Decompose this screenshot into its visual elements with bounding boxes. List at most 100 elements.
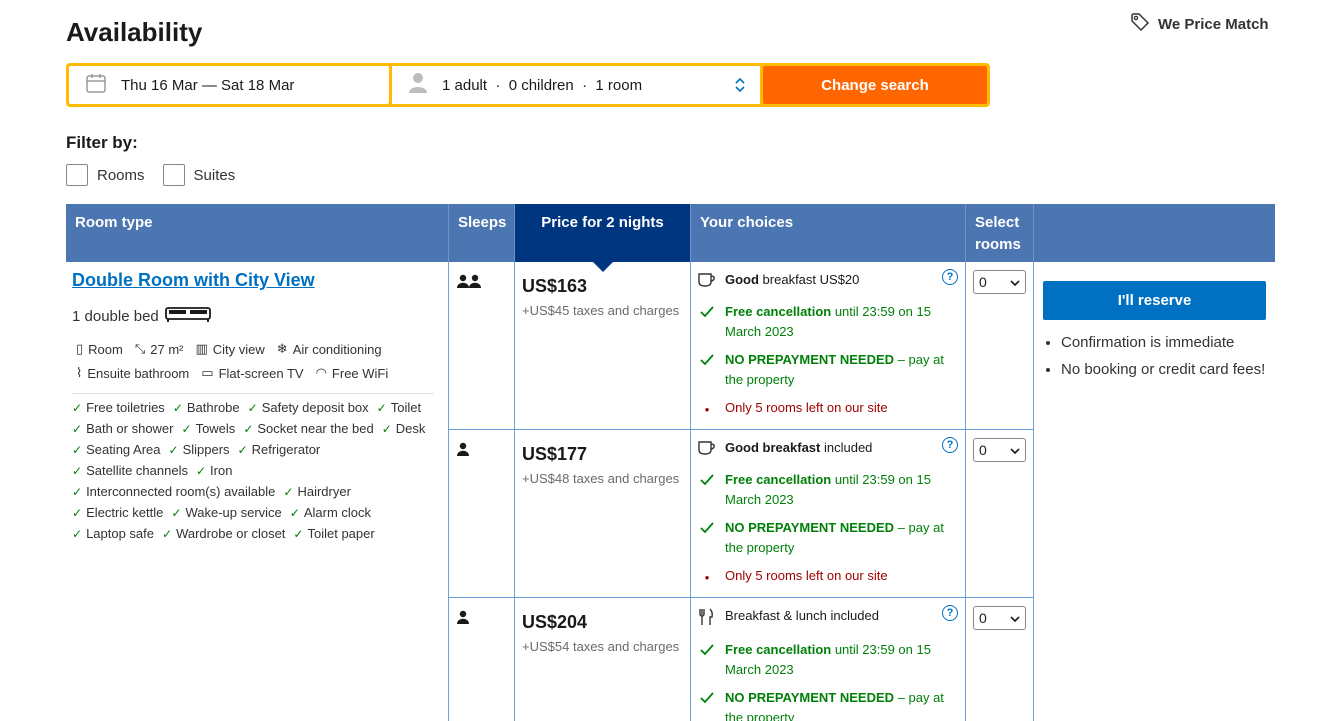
amenity-item: Socket near the bed: [243, 421, 373, 436]
bed-text: 1 double bed: [72, 307, 159, 325]
chevron-down-icon: [1010, 442, 1020, 458]
coffee-cup-icon: [698, 440, 716, 462]
suites-checkbox[interactable]: [162, 164, 185, 186]
table-row: US$204 +US$54 taxes and charges ? Breakf…: [449, 598, 1034, 721]
person-icon: [457, 442, 469, 460]
prepayment-line: NO PREPAYMENT NEEDED – pay at the proper…: [697, 350, 959, 390]
page-title: Availability: [66, 17, 203, 47]
prepay-bold: NO PREPAYMENT NEEDED: [725, 690, 895, 705]
amenity-item: Interconnected room(s) available: [72, 484, 275, 499]
amenity-item: Toilet: [377, 400, 421, 415]
header-room-type: Room type: [66, 204, 449, 262]
select-rooms-cell: 0: [966, 598, 1034, 721]
amenity-item: Toilet paper: [293, 526, 374, 541]
checkmark-icon: [700, 472, 714, 492]
person-icon: [457, 610, 469, 628]
sleeps-cell: [449, 262, 515, 429]
price-amount: US$177: [522, 444, 588, 464]
meal-text: Breakfast & lunch included: [725, 608, 879, 623]
amenity-item: Desk: [382, 421, 426, 436]
price-taxes: +US$48 taxes and charges: [522, 471, 680, 486]
date-range-text: Thu 16 Mar — Sat 18 Mar: [121, 76, 295, 94]
fork-knife-icon: [699, 608, 715, 632]
reserve-button[interactable]: I'll reserve: [1043, 281, 1266, 320]
change-search-button[interactable]: Change search: [763, 66, 987, 104]
price-match-link[interactable]: We Price Match: [1130, 12, 1269, 36]
amenity-item: Wake-up service: [171, 505, 281, 520]
price-taxes: +US$54 taxes and charges: [522, 639, 680, 654]
header-select-rooms: Select rooms: [966, 204, 1034, 262]
scarcity-line: Only 5 rooms left on our site: [697, 566, 959, 588]
checkmark-icon: [700, 520, 714, 540]
checkmark-icon: [700, 642, 714, 662]
filter-label: Filter by:: [66, 133, 138, 152]
sleeps-cell: [449, 430, 515, 597]
amenity-item: Towels: [182, 421, 236, 436]
amenity-item: Refrigerator: [238, 442, 321, 457]
door-icon: ▯: [76, 341, 84, 356]
amenity-item: Seating Area: [72, 442, 160, 457]
calendar-icon: [85, 72, 107, 98]
select-value: 0: [979, 442, 987, 458]
cancellation-line: Free cancellation until 23:59 on 15 Marc…: [697, 470, 959, 510]
checkmark-icon: [700, 304, 714, 324]
rooms-quantity-select[interactable]: 0: [973, 270, 1026, 294]
scarcity-text: Only 5 rooms left on our site: [725, 568, 888, 583]
city-icon: ▥: [195, 341, 208, 356]
rooms-quantity-select[interactable]: 0: [973, 438, 1026, 462]
price-amount: US$204: [522, 612, 588, 632]
filter-rooms[interactable]: Rooms: [66, 164, 145, 186]
cancel-bold: Free cancellation: [725, 472, 832, 487]
filter-options: Rooms Suites: [66, 164, 235, 186]
amenity-item: Safety deposit box: [248, 400, 369, 415]
divider: [72, 393, 434, 394]
amenity-item: Free toiletries: [72, 400, 165, 415]
table-body: Double Room with City View 1 double bed …: [66, 262, 1275, 721]
help-icon[interactable]: ?: [942, 437, 958, 453]
header-choices: Your choices: [691, 204, 966, 262]
room-type-cell: Double Room with City View 1 double bed …: [66, 262, 449, 721]
facilities-list: ▯ Room ⤡ 27 m² ▥ City view ❄ Air conditionin…: [72, 341, 442, 381]
scarcity-line: Only 5 rooms left on our site: [697, 398, 959, 420]
meal-line: Breakfast & lunch included: [697, 606, 959, 632]
table-row: US$177 +US$48 taxes and charges ? Good b…: [449, 430, 1034, 598]
rooms-quantity-select[interactable]: 0: [973, 606, 1026, 630]
person-icon: [408, 72, 428, 98]
amenities-list: Free toiletries Bathrobe Safety deposit bo…: [72, 400, 442, 541]
sleeps-cell: [449, 598, 515, 721]
bed-info: 1 double bed: [72, 305, 442, 327]
amenity-item: Alarm clock: [290, 505, 371, 520]
meal-text: included: [820, 440, 873, 455]
choices-cell: ? Good breakfast included Free cancellat…: [691, 430, 966, 597]
facility-tv: ▭ Flat-screen TV: [201, 365, 304, 381]
amenity-item: Electric kettle: [72, 505, 163, 520]
amenity-item: Iron: [196, 463, 232, 478]
rooms-checkbox[interactable]: [66, 164, 88, 186]
help-icon[interactable]: ?: [942, 605, 958, 621]
facility-size: ⤡ 27 m²: [134, 341, 184, 357]
prepayment-line: NO PREPAYMENT NEEDED – pay at the proper…: [697, 518, 959, 558]
select-rooms-cell: 0: [966, 430, 1034, 597]
table-header: Room type Sleeps Price for 2 nights Your…: [66, 204, 1275, 272]
filter-rooms-label: Rooms: [97, 166, 145, 184]
guests-selector[interactable]: 1 adult · 0 children · 1 room: [392, 66, 760, 104]
meal-line: Good breakfast included: [697, 438, 959, 462]
scarcity-text: Only 5 rooms left on our site: [725, 400, 888, 415]
facility-room: ▯ Room: [76, 341, 123, 357]
help-icon[interactable]: ?: [942, 269, 958, 285]
meal-bold: Good breakfast: [725, 440, 821, 455]
reserve-notes: Confirmation is immediate No booking or …: [1043, 332, 1266, 381]
date-picker[interactable]: Thu 16 Mar — Sat 18 Mar: [69, 66, 389, 104]
select-value: 0: [979, 610, 987, 626]
filter-suites[interactable]: Suites: [162, 164, 235, 186]
header-price-label: Price for 2 nights: [541, 214, 664, 231]
prepay-bold: NO PREPAYMENT NEEDED: [725, 352, 895, 367]
reserve-panel: I'll reserve Confirmation is immediate N…: [1034, 262, 1275, 721]
price-cell: US$204 +US$54 taxes and charges: [515, 598, 691, 721]
availability-page: Availability We Price Match Thu 16 Mar —…: [0, 0, 1340, 721]
price-cell: US$163 +US$45 taxes and charges: [515, 262, 691, 429]
room-name-link[interactable]: Double Room with City View: [72, 270, 315, 290]
meal-line: Good breakfast US$20: [697, 270, 959, 294]
price-match-label: We Price Match: [1158, 15, 1269, 33]
header-reserve: [1034, 204, 1275, 262]
